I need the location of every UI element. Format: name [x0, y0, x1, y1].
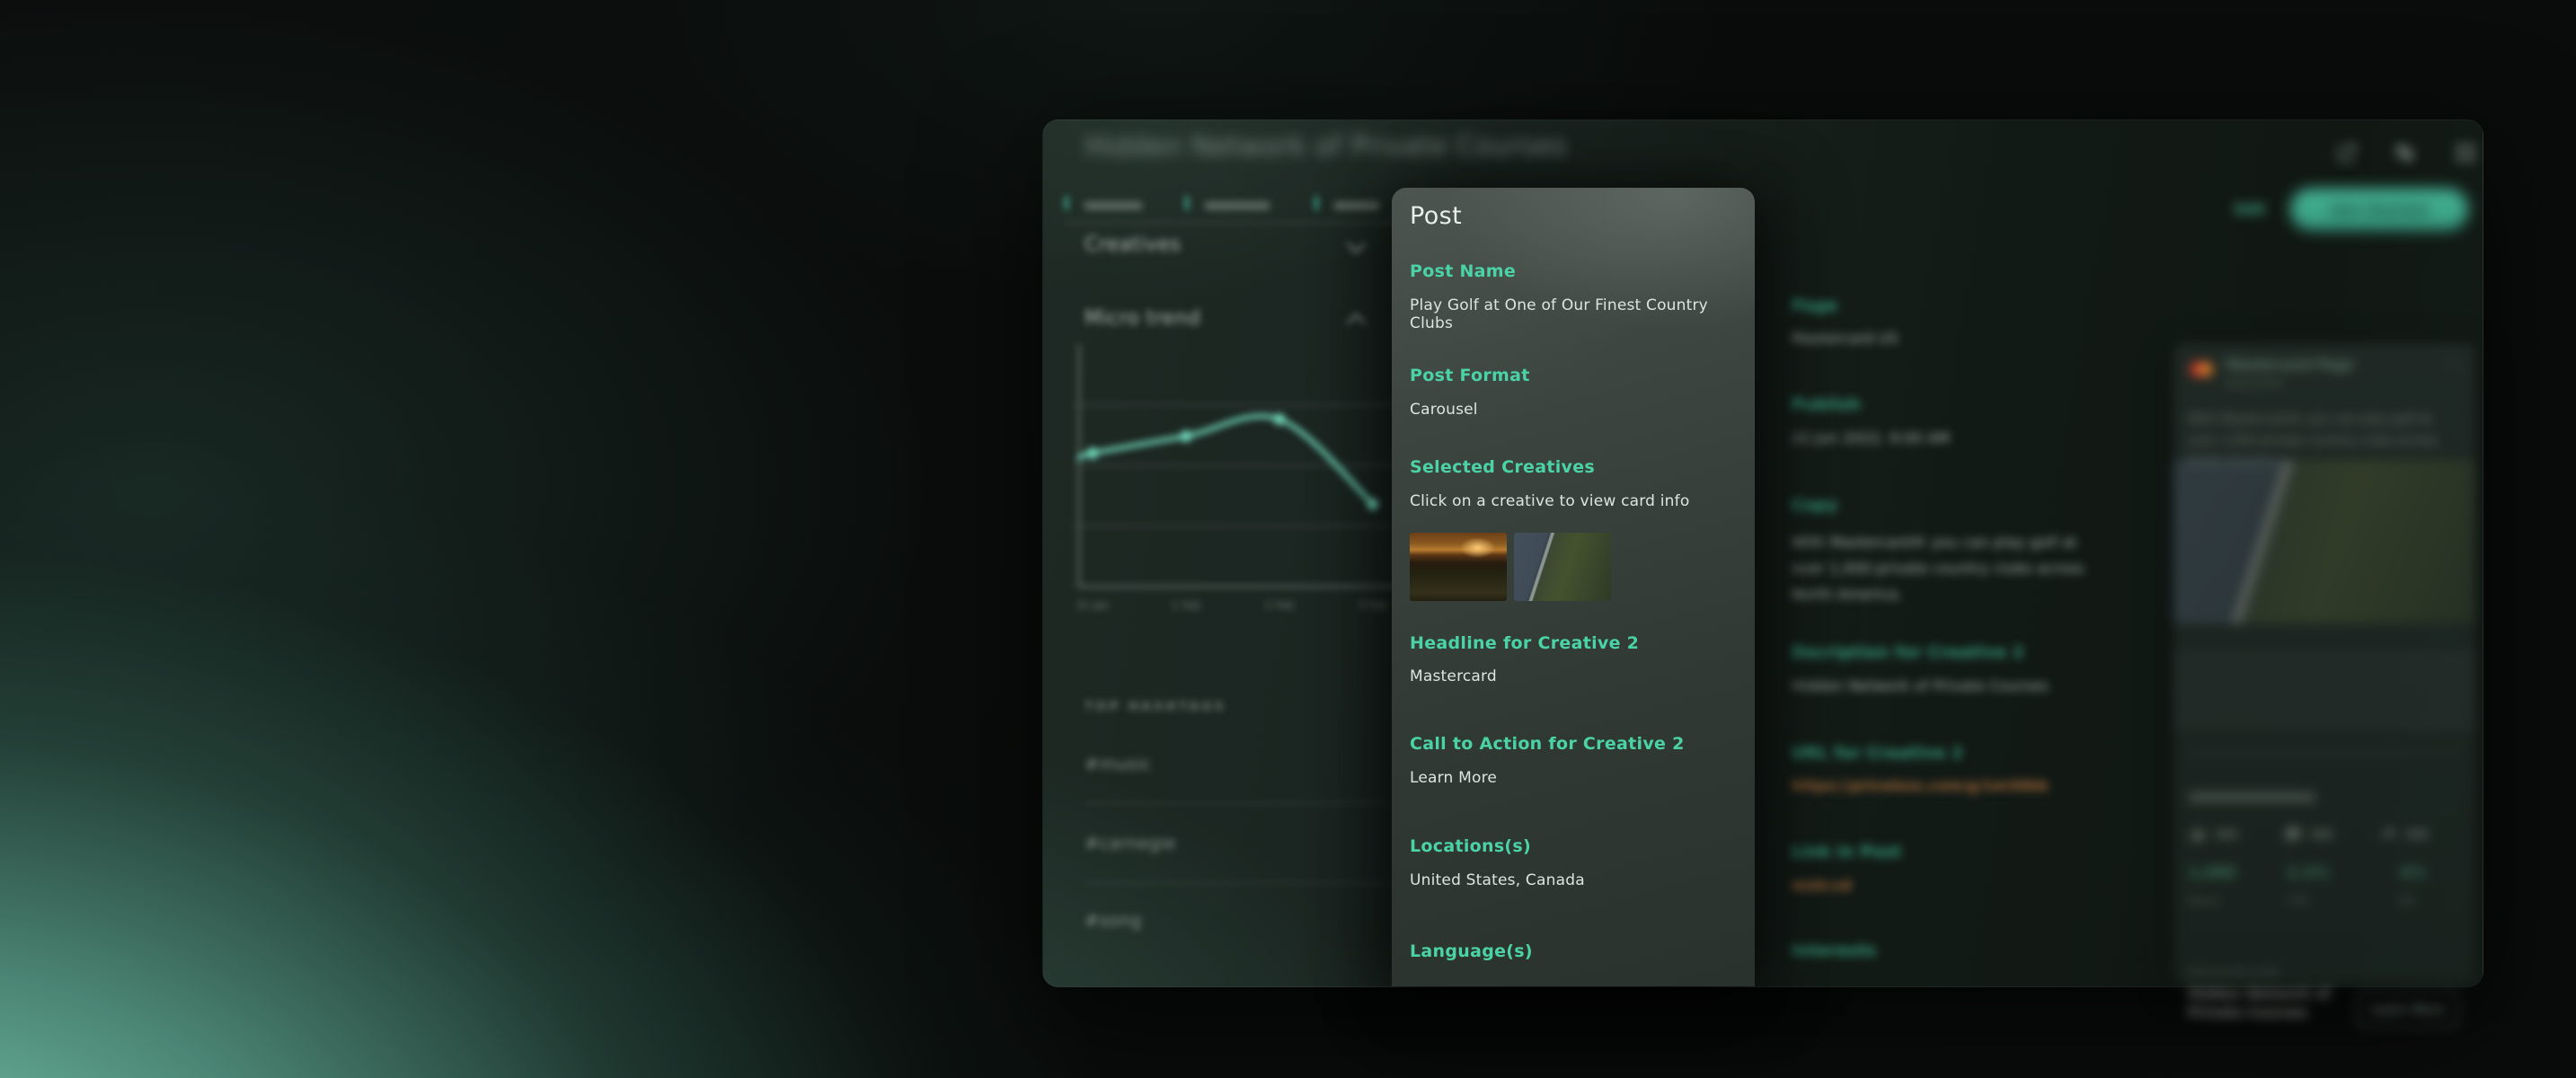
creative-thumbnail-2[interactable]	[1514, 533, 1611, 601]
description-label: Decription for Creative 2	[1792, 643, 2024, 662]
tab-label-placeholder	[1333, 201, 1380, 210]
trend-xlabels: 31 Jan 1 Feb 2 Feb 3 Feb	[1076, 599, 1387, 612]
share-icon[interactable]	[2335, 141, 2359, 164]
divider	[1084, 882, 1401, 884]
hashtag-item: #song	[1084, 911, 1142, 931]
post-detail-panel: Post Post Name Play Golf at One of Our F…	[1392, 188, 1755, 986]
stat-label: ER	[2400, 895, 2414, 907]
thumbs-up-icon	[2188, 824, 2238, 844]
hashtag-item: #music	[1084, 755, 1152, 774]
preview-image	[2173, 460, 2475, 623]
interests-label: Interests	[1792, 941, 1876, 960]
comment-icon	[2283, 824, 2333, 844]
engagement-section-placeholder	[2188, 792, 2315, 802]
headline-label: Headline for Creative 2	[1410, 633, 1639, 653]
page-label: Page	[1792, 296, 1837, 315]
tab-item-1[interactable]	[1065, 196, 1143, 214]
tab-item-3[interactable]	[1315, 196, 1380, 214]
post-panel-heading: Post	[1410, 202, 1462, 230]
trend-line	[1079, 416, 1373, 504]
preview-link-title: Hidden Network of Private Courses	[2188, 985, 2350, 1022]
mastercard-logo-icon	[2199, 362, 2213, 376]
tabs-underline	[1065, 222, 1399, 224]
stat-label: Reach	[2188, 895, 2221, 907]
selected-creatives-label: Selected Creatives	[1410, 457, 1595, 477]
micro-trend-chart: 31 Jan 1 Feb 2 Feb 3 Feb	[1072, 340, 1418, 623]
cta-label: Call to Action for Creative 2	[1410, 734, 1685, 754]
stat-label: CTR	[2287, 895, 2308, 907]
copy-label: Copy	[1792, 496, 1837, 515]
learn-more-button[interactable]: Learn More	[2357, 992, 2459, 1028]
grid-menu-icon[interactable]	[2454, 141, 2477, 164]
sponsored-label: Sponsored	[2226, 376, 2282, 389]
preview-page-name: Mastercard Page	[2226, 357, 2354, 373]
stat-value: 4%	[2400, 864, 2426, 882]
tab-tick-icon	[1315, 196, 1318, 210]
link-in-post-label: Link in Post	[1792, 843, 1901, 862]
count-placeholder	[2215, 830, 2238, 838]
publish-label: Publish	[1792, 395, 1861, 414]
top-hashtags-label: TOP HASHTAGS	[1084, 700, 1226, 714]
selected-creatives-hint: Click on a creative to view card info	[1410, 492, 1689, 510]
details-column: Page Mastercard US Publish 22 Jun 2022, …	[1792, 120, 2115, 986]
micro-trend-section-header[interactable]: Micro trend	[1084, 307, 1399, 330]
ellipsis-icon[interactable]: ⋯	[2445, 354, 2461, 373]
trend-gridlines	[1079, 405, 1413, 526]
locations-label: Locations(s)	[1410, 836, 1531, 856]
tab-label-placeholder	[1204, 201, 1270, 210]
preview-link-row[interactable]: PRICELESS.COM Hidden Network of Private …	[2173, 650, 2475, 731]
headline-value: Mastercard	[1410, 667, 1497, 685]
svg-text:1 Feb: 1 Feb	[1172, 599, 1201, 612]
tab-item-2[interactable]	[1185, 196, 1270, 214]
svg-text:31 Jan: 31 Jan	[1076, 599, 1110, 612]
creative-url-link[interactable]: https://priceless.com/g/1m30bb	[1792, 777, 2049, 794]
svg-text:2 Feb: 2 Feb	[1265, 599, 1295, 612]
stat-value: 2.2%	[2287, 864, 2329, 882]
topbar-icons	[2335, 138, 2479, 169]
creative-thumbnail-1[interactable]	[1410, 533, 1507, 601]
post-link[interactable]: mstr.cd	[1792, 877, 1851, 894]
count-placeholder	[2405, 830, 2429, 838]
svg-text:3 Feb: 3 Feb	[1359, 599, 1388, 612]
description-value: Hidden Network of Private Courses	[1792, 677, 2049, 694]
hashtag-item: #carnegie	[1084, 834, 1176, 853]
chevron-up-icon	[1347, 314, 1366, 332]
chevron-down-icon	[1347, 234, 1366, 253]
locations-value: United States, Canada	[1410, 871, 1585, 889]
share-arrow-icon	[2378, 824, 2429, 844]
post-preview-card: Mastercard Page Sponsored ⋯ With Masterc…	[2173, 343, 2475, 985]
left-column: Creatives Micro trend 31 Jan 1 Feb 2 Feb 3 …	[1043, 120, 1421, 986]
languages-label: Language(s)	[1410, 941, 1533, 961]
post-format-label: Post Format	[1410, 366, 1530, 385]
publish-value: 22 Jun 2022, 9:00 AM	[1792, 429, 1950, 446]
cta-value: Learn More	[1410, 769, 1497, 787]
post-format-value: Carousel	[1410, 401, 1478, 419]
post-review-modal: Hidden Network of Private Courses Edit G…	[1042, 119, 2483, 987]
divider	[2188, 753, 2461, 755]
settings-sliders-icon[interactable]	[2393, 141, 2416, 164]
copy-value: With Mastercard® you can play golf at ov…	[1792, 530, 2090, 607]
url-label: URL for Creative 2	[1792, 744, 1963, 763]
tab-tick-icon	[1185, 196, 1189, 210]
tab-label-placeholder	[1084, 201, 1143, 210]
page-value: Mastercard US	[1792, 330, 1899, 347]
edit-link[interactable]: Edit	[2235, 201, 2266, 217]
post-name-value: Play Golf at One of Our Finest Country C…	[1410, 296, 1755, 332]
tab-tick-icon	[1065, 196, 1068, 210]
post-name-label: Post Name	[1410, 261, 1516, 281]
preview-link-domain: PRICELESS.COM	[2188, 967, 2279, 978]
stat-value: 1,086	[2188, 864, 2236, 882]
divider	[1084, 802, 1401, 804]
creatives-label: Creatives	[1084, 234, 1181, 256]
micro-trend-label: Micro trend	[1084, 307, 1200, 330]
creatives-section-header[interactable]: Creatives	[1084, 234, 1399, 256]
page-avatar	[2188, 356, 2215, 383]
primary-action-button[interactable]: Get Started	[2290, 189, 2468, 230]
count-placeholder	[2310, 830, 2333, 838]
